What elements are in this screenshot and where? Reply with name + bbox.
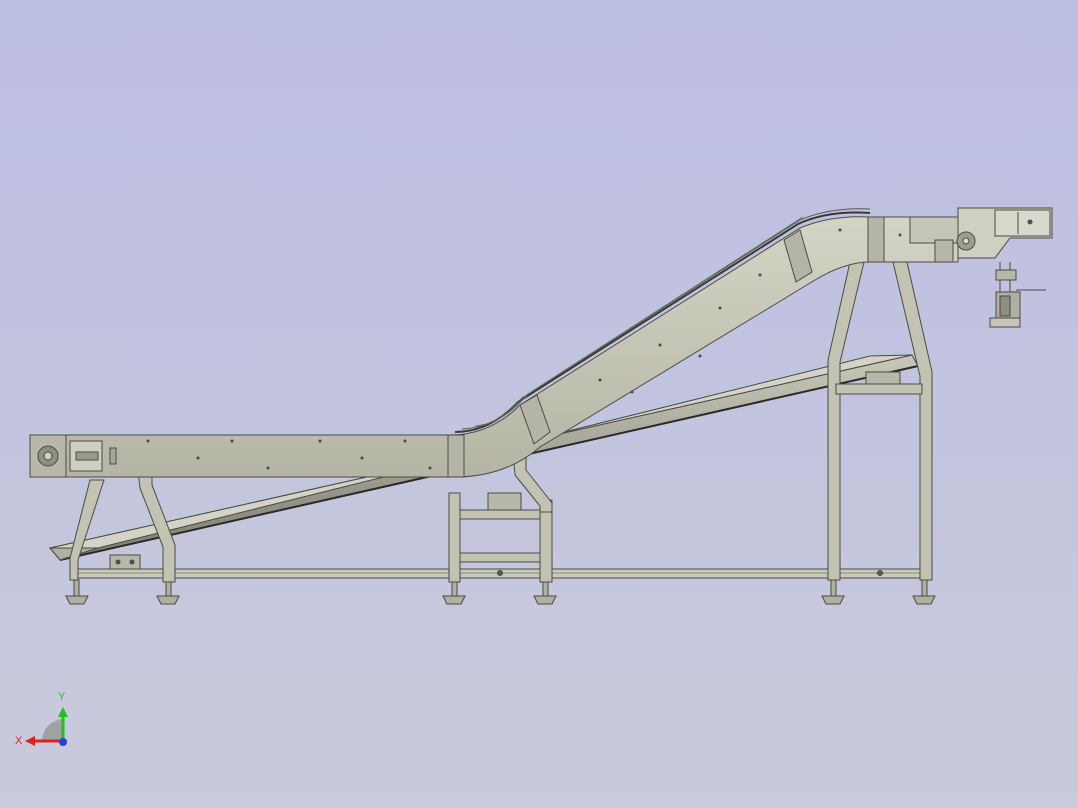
foot-3 [442,581,466,605]
leveling-feet [65,579,936,605]
right-leg-frame [827,261,933,581]
foot-2 [156,581,180,605]
foot-6 [912,579,936,605]
cad-viewport[interactable]: Y X [0,0,1078,808]
foot-1 [65,579,89,605]
conveyor-belt-body [29,208,959,478]
orientation-triad: Y X [15,691,68,747]
foot-4 [533,581,557,605]
base-rail [71,568,933,579]
hanging-sensor [989,262,1046,328]
triad-x-label: X [15,735,23,747]
triad-y-label: Y [58,691,66,703]
foot-5 [821,579,845,605]
conveyor-model[interactable]: Y X [0,0,1078,808]
